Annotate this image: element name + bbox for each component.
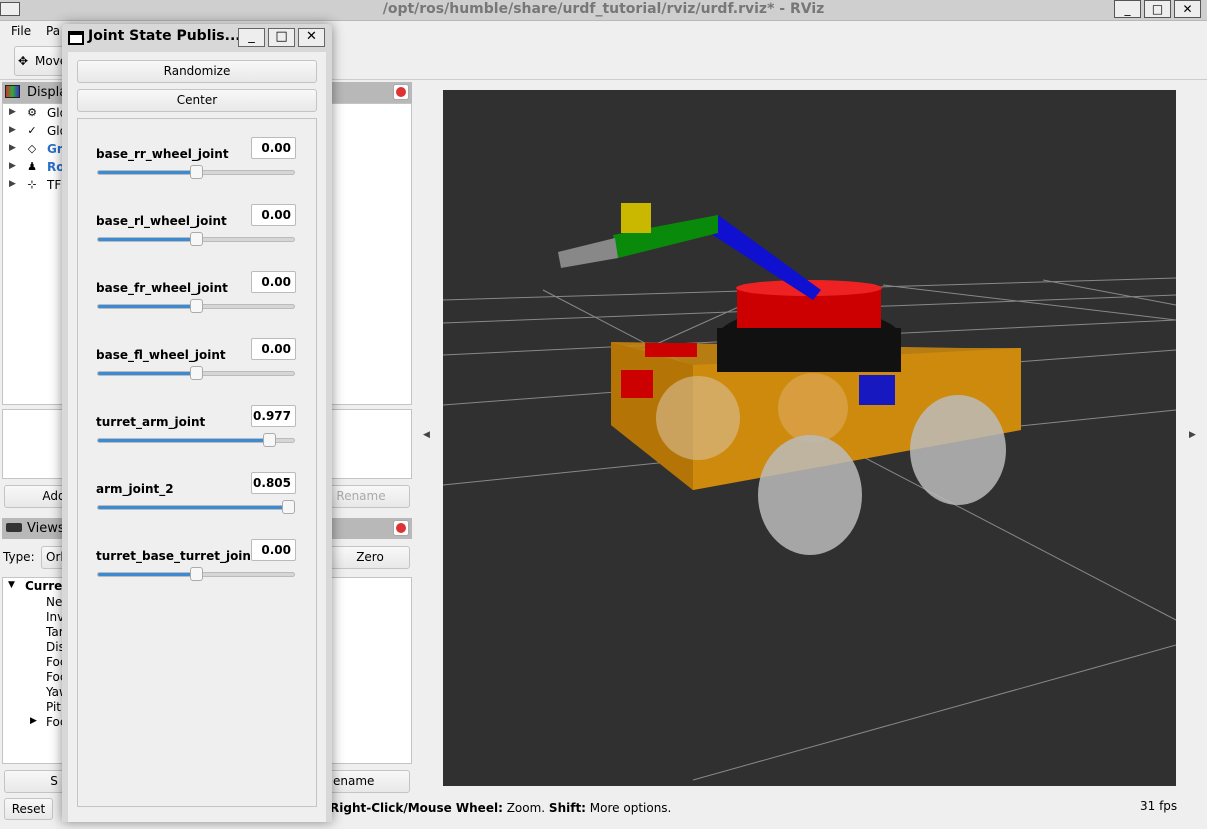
view-property[interactable]: Tar [46,625,64,639]
joint-row: arm_joint_2 0.805 [78,468,318,528]
joint-slider[interactable] [97,366,295,380]
slider-fill [98,506,289,509]
dialog-maximize-button[interactable]: □ [268,28,295,47]
display-item[interactable]: TF [47,178,61,192]
slider-fill [98,171,196,174]
collapse-left-icon[interactable]: ◀ [423,430,430,440]
dialog-title: Joint State Publis... [88,28,241,44]
joint-row: base_fl_wheel_joint 0.00 [78,334,318,394]
hint-text: Zoom. [502,801,549,815]
joint-name: base_rr_wheel_joint [96,147,229,161]
slider-handle[interactable] [190,165,203,179]
current-view-label: Curre [25,579,63,593]
joint-name: turret_base_turret_joint [96,549,257,563]
joint-slider[interactable] [97,433,295,447]
maximize-button[interactable]: □ [1144,0,1171,18]
status-hint: Right-Click/Mouse Wheel: Zoom. Shift: Mo… [330,801,671,815]
window-title: /opt/ros/humble/share/urdf_tutorial/rviz… [382,1,825,17]
expand-arrow-icon[interactable]: ▶ [30,716,37,726]
close-button[interactable]: ✕ [1174,0,1201,18]
menu-file[interactable]: File [11,24,31,38]
expand-arrow-icon[interactable]: ▶ [9,143,16,153]
move-icon: ✥ [18,54,29,68]
joint-value-input[interactable]: 0.00 [251,271,296,293]
reset-button[interactable]: Reset [4,798,53,820]
minimize-button[interactable]: _ [1114,0,1141,18]
joint-value-input[interactable]: 0.977 [251,405,296,427]
window-icon [68,31,84,45]
joint-name: base_fr_wheel_joint [96,281,228,295]
joint-name: base_fl_wheel_joint [96,348,226,362]
slider-fill [98,372,196,375]
slider-handle[interactable] [262,433,276,447]
dialog-body: Randomize Center base_rr_wheel_joint 0.0… [68,52,326,822]
monitor-icon [5,85,20,98]
joint-value-input[interactable]: 0.805 [251,472,296,494]
joint-state-publisher-window: Joint State Publis... _ □ ✕ Randomize Ce… [62,24,332,822]
slider-fill [98,238,196,241]
dialog-close-button[interactable]: ✕ [298,28,325,47]
slider-handle[interactable] [190,567,203,581]
dialog-minimize-button[interactable]: _ [238,28,265,47]
joint-row: turret_arm_joint 0.977 [78,401,318,461]
menu-panels[interactable]: Pa [46,24,60,38]
expand-arrow-icon[interactable]: ▶ [9,125,16,135]
display-type-icon: ◇ [27,142,37,155]
slider-handle[interactable] [190,232,203,246]
hint-key: Shift: [548,801,586,815]
views-title: Views [27,521,65,536]
window-titlebar: /opt/ros/humble/share/urdf_tutorial/rviz… [0,0,1207,21]
close-panel-icon[interactable] [393,520,409,536]
expand-arrow-icon[interactable]: ▶ [9,107,16,117]
camera-icon [6,523,22,532]
slider-handle[interactable] [190,299,203,313]
joint-slider[interactable] [97,567,295,581]
joint-name: base_rl_wheel_joint [96,214,227,228]
expand-arrow-icon[interactable]: ▼ [8,580,15,590]
view-type-label: Type: [3,550,35,564]
slider-handle[interactable] [282,500,296,514]
hint-key: Right-Click/Mouse Wheel: [330,801,503,815]
joints-group: base_rr_wheel_joint 0.00 base_rl_wheel_j… [77,118,317,807]
robot-scene [443,203,1176,781]
joint-name: arm_joint_2 [96,482,174,496]
3d-viewport[interactable] [443,90,1176,786]
randomize-button[interactable]: Randomize [77,60,317,83]
slider-fill [98,573,196,576]
slider-fill [98,439,269,442]
joint-row: turret_base_turret_joint 0.00 [78,535,318,595]
slider-handle[interactable] [190,366,203,380]
view-property[interactable]: Pit [46,700,61,714]
display-type-icon: ⊹ [27,178,37,191]
close-panel-icon[interactable] [393,84,409,100]
joint-value-input[interactable]: 0.00 [251,137,296,159]
display-type-icon: ✓ [27,124,37,137]
expand-arrow-icon[interactable]: ▶ [9,179,16,189]
view-property[interactable]: Ne [46,595,62,609]
display-item[interactable]: Gr [47,142,63,156]
hint-text: More options. [585,801,672,815]
robot-model [558,203,1021,555]
joint-name: turret_arm_joint [96,415,206,429]
joint-slider[interactable] [97,232,295,246]
joint-row: base_rr_wheel_joint 0.00 [78,133,318,193]
joint-row: base_fr_wheel_joint 0.00 [78,267,318,327]
joint-value-input[interactable]: 0.00 [251,338,296,360]
display-type-icon: ♟ [27,160,37,173]
joint-value-input[interactable]: 0.00 [251,539,296,561]
slider-fill [98,305,196,308]
joint-slider[interactable] [97,500,296,514]
joint-value-input[interactable]: 0.00 [251,204,296,226]
expand-arrow-icon[interactable]: ▶ [9,161,16,171]
joint-row: base_rl_wheel_joint 0.00 [78,200,318,260]
collapse-right-icon[interactable]: ▶ [1189,430,1196,440]
fps-label: 31 fps [1140,799,1178,813]
joint-slider[interactable] [97,299,295,313]
center-button[interactable]: Center [77,89,317,112]
joint-slider[interactable] [97,165,295,179]
zero-button[interactable]: Zero [330,546,410,569]
display-type-icon: ⚙ [27,106,37,119]
